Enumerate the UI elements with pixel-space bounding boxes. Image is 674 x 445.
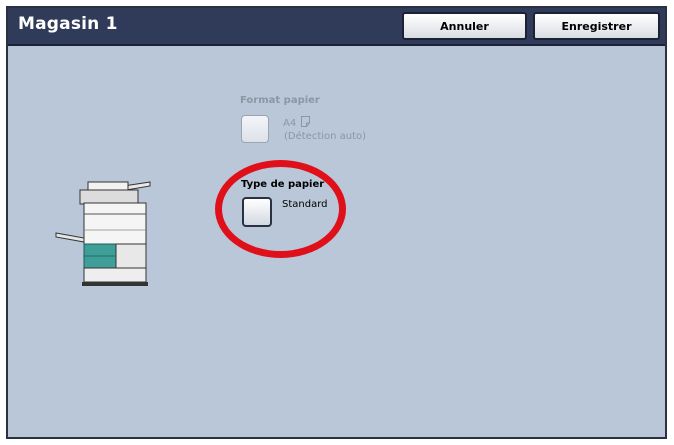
paper-size-detail: (Détection auto) (284, 131, 367, 142)
paper-type-value: Standard (282, 199, 328, 210)
paper-size-button[interactable] (241, 115, 269, 143)
title-bar: Magasin 1 Annuler Enregistrer (8, 8, 665, 46)
cancel-button[interactable]: Annuler (402, 12, 527, 40)
paper-type-label: Type de papier (241, 179, 325, 190)
printer-illustration (55, 181, 151, 286)
portrait-page-icon (301, 116, 311, 127)
paper-size-value-row: A4 (283, 116, 311, 129)
save-button[interactable]: Enregistrer (533, 12, 660, 40)
paper-size-label: Format papier (240, 95, 320, 106)
paper-type-button[interactable] (242, 197, 272, 227)
paper-size-value: A4 (283, 118, 297, 129)
page-title: Magasin 1 (18, 14, 118, 34)
